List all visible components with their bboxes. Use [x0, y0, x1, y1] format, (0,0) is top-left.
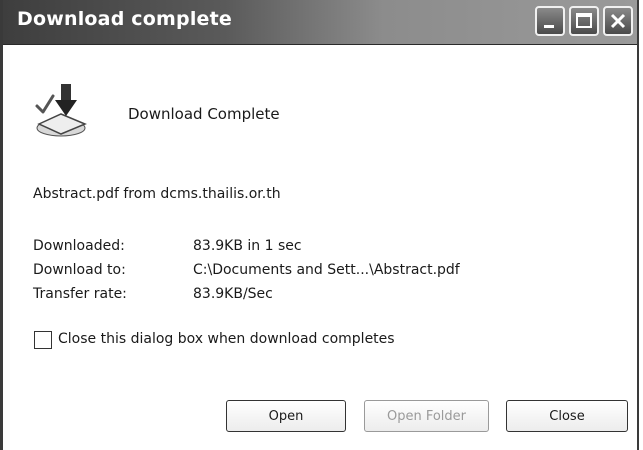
download-to-label: Download to:	[33, 262, 126, 278]
close-on-complete-label[interactable]: Close this dialog box when download comp…	[58, 331, 395, 347]
open-button[interactable]: Open	[226, 400, 346, 432]
transfer-rate-value: 83.9KB/Sec	[193, 286, 273, 302]
close-icon	[610, 13, 626, 29]
maximize-icon	[576, 13, 592, 28]
downloaded-label: Downloaded:	[33, 238, 125, 254]
download-to-value: C:\Documents and Sett...\Abstract.pdf	[193, 262, 460, 278]
maximize-button[interactable]	[569, 6, 599, 36]
download-dialog: Download complete Download Complete Abst…	[0, 0, 639, 450]
downloaded-value: 83.9KB in 1 sec	[193, 238, 302, 254]
download-heading: Download Complete	[128, 105, 280, 123]
transfer-rate-label: Transfer rate:	[33, 286, 127, 302]
close-button[interactable]: Close	[506, 400, 628, 432]
close-on-complete-checkbox[interactable]	[34, 331, 52, 349]
minimize-icon	[544, 25, 554, 28]
minimize-button[interactable]	[535, 6, 565, 36]
close-window-button[interactable]	[603, 6, 633, 36]
download-complete-icon	[35, 84, 87, 137]
title-bar[interactable]: Download complete	[3, 0, 637, 45]
file-source-text: Abstract.pdf from dcms.thailis.or.th	[33, 186, 281, 202]
open-folder-button[interactable]: Open Folder	[364, 400, 489, 432]
window-title: Download complete	[17, 8, 232, 30]
